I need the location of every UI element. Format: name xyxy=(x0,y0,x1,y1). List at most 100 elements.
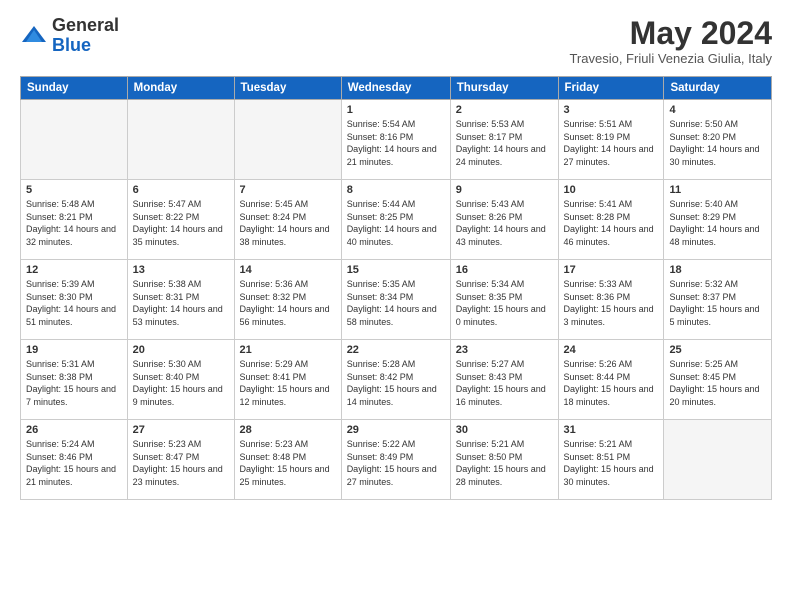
table-row xyxy=(664,420,772,500)
day-info: Sunrise: 5:26 AMSunset: 8:44 PMDaylight:… xyxy=(564,358,659,408)
table-row: 18 Sunrise: 5:32 AMSunset: 8:37 PMDaylig… xyxy=(664,260,772,340)
day-info: Sunrise: 5:48 AMSunset: 8:21 PMDaylight:… xyxy=(26,198,122,248)
calendar-week-row: 26 Sunrise: 5:24 AMSunset: 8:46 PMDaylig… xyxy=(21,420,772,500)
calendar-week-row: 1 Sunrise: 5:54 AMSunset: 8:16 PMDayligh… xyxy=(21,100,772,180)
table-row: 24 Sunrise: 5:26 AMSunset: 8:44 PMDaylig… xyxy=(558,340,664,420)
day-info: Sunrise: 5:40 AMSunset: 8:29 PMDaylight:… xyxy=(669,198,766,248)
day-number: 2 xyxy=(456,104,553,116)
day-info: Sunrise: 5:39 AMSunset: 8:30 PMDaylight:… xyxy=(26,278,122,328)
table-row: 31 Sunrise: 5:21 AMSunset: 8:51 PMDaylig… xyxy=(558,420,664,500)
calendar-week-row: 5 Sunrise: 5:48 AMSunset: 8:21 PMDayligh… xyxy=(21,180,772,260)
day-info: Sunrise: 5:32 AMSunset: 8:37 PMDaylight:… xyxy=(669,278,766,328)
day-info: Sunrise: 5:27 AMSunset: 8:43 PMDaylight:… xyxy=(456,358,553,408)
day-info: Sunrise: 5:45 AMSunset: 8:24 PMDaylight:… xyxy=(240,198,336,248)
table-row: 6 Sunrise: 5:47 AMSunset: 8:22 PMDayligh… xyxy=(127,180,234,260)
day-number: 1 xyxy=(347,104,445,116)
table-row: 26 Sunrise: 5:24 AMSunset: 8:46 PMDaylig… xyxy=(21,420,128,500)
table-row xyxy=(21,100,128,180)
title-block: May 2024 Travesio, Friuli Venezia Giulia… xyxy=(569,16,772,66)
day-number: 17 xyxy=(564,264,659,276)
day-info: Sunrise: 5:28 AMSunset: 8:42 PMDaylight:… xyxy=(347,358,445,408)
table-row: 14 Sunrise: 5:36 AMSunset: 8:32 PMDaylig… xyxy=(234,260,341,340)
day-info: Sunrise: 5:35 AMSunset: 8:34 PMDaylight:… xyxy=(347,278,445,328)
logo: General Blue xyxy=(20,16,119,56)
weekday-row: Sunday Monday Tuesday Wednesday Thursday… xyxy=(21,77,772,100)
day-number: 16 xyxy=(456,264,553,276)
day-info: Sunrise: 5:38 AMSunset: 8:31 PMDaylight:… xyxy=(133,278,229,328)
header-thursday: Thursday xyxy=(450,77,558,100)
day-number: 25 xyxy=(669,344,766,356)
calendar-week-row: 19 Sunrise: 5:31 AMSunset: 8:38 PMDaylig… xyxy=(21,340,772,420)
day-info: Sunrise: 5:43 AMSunset: 8:26 PMDaylight:… xyxy=(456,198,553,248)
day-number: 11 xyxy=(669,184,766,196)
header-saturday: Saturday xyxy=(664,77,772,100)
day-number: 5 xyxy=(26,184,122,196)
table-row: 3 Sunrise: 5:51 AMSunset: 8:19 PMDayligh… xyxy=(558,100,664,180)
day-number: 13 xyxy=(133,264,229,276)
day-number: 10 xyxy=(564,184,659,196)
day-info: Sunrise: 5:24 AMSunset: 8:46 PMDaylight:… xyxy=(26,438,122,488)
day-number: 29 xyxy=(347,424,445,436)
day-info: Sunrise: 5:53 AMSunset: 8:17 PMDaylight:… xyxy=(456,118,553,168)
day-number: 20 xyxy=(133,344,229,356)
calendar-body: 1 Sunrise: 5:54 AMSunset: 8:16 PMDayligh… xyxy=(21,100,772,500)
table-row: 1 Sunrise: 5:54 AMSunset: 8:16 PMDayligh… xyxy=(341,100,450,180)
table-row: 4 Sunrise: 5:50 AMSunset: 8:20 PMDayligh… xyxy=(664,100,772,180)
day-info: Sunrise: 5:21 AMSunset: 8:51 PMDaylight:… xyxy=(564,438,659,488)
day-number: 31 xyxy=(564,424,659,436)
day-info: Sunrise: 5:31 AMSunset: 8:38 PMDaylight:… xyxy=(26,358,122,408)
day-info: Sunrise: 5:33 AMSunset: 8:36 PMDaylight:… xyxy=(564,278,659,328)
day-number: 15 xyxy=(347,264,445,276)
calendar-header: Sunday Monday Tuesday Wednesday Thursday… xyxy=(21,77,772,100)
day-number: 24 xyxy=(564,344,659,356)
table-row: 20 Sunrise: 5:30 AMSunset: 8:40 PMDaylig… xyxy=(127,340,234,420)
month-title: May 2024 xyxy=(569,16,772,51)
header-tuesday: Tuesday xyxy=(234,77,341,100)
day-number: 12 xyxy=(26,264,122,276)
day-info: Sunrise: 5:23 AMSunset: 8:48 PMDaylight:… xyxy=(240,438,336,488)
day-info: Sunrise: 5:51 AMSunset: 8:19 PMDaylight:… xyxy=(564,118,659,168)
day-info: Sunrise: 5:41 AMSunset: 8:28 PMDaylight:… xyxy=(564,198,659,248)
table-row: 27 Sunrise: 5:23 AMSunset: 8:47 PMDaylig… xyxy=(127,420,234,500)
day-number: 9 xyxy=(456,184,553,196)
table-row: 28 Sunrise: 5:23 AMSunset: 8:48 PMDaylig… xyxy=(234,420,341,500)
table-row: 15 Sunrise: 5:35 AMSunset: 8:34 PMDaylig… xyxy=(341,260,450,340)
day-number: 18 xyxy=(669,264,766,276)
table-row: 19 Sunrise: 5:31 AMSunset: 8:38 PMDaylig… xyxy=(21,340,128,420)
table-row: 23 Sunrise: 5:27 AMSunset: 8:43 PMDaylig… xyxy=(450,340,558,420)
day-number: 30 xyxy=(456,424,553,436)
table-row xyxy=(234,100,341,180)
day-info: Sunrise: 5:44 AMSunset: 8:25 PMDaylight:… xyxy=(347,198,445,248)
location-subtitle: Travesio, Friuli Venezia Giulia, Italy xyxy=(569,51,772,66)
table-row: 7 Sunrise: 5:45 AMSunset: 8:24 PMDayligh… xyxy=(234,180,341,260)
day-info: Sunrise: 5:50 AMSunset: 8:20 PMDaylight:… xyxy=(669,118,766,168)
table-row: 9 Sunrise: 5:43 AMSunset: 8:26 PMDayligh… xyxy=(450,180,558,260)
header-friday: Friday xyxy=(558,77,664,100)
day-number: 22 xyxy=(347,344,445,356)
day-info: Sunrise: 5:36 AMSunset: 8:32 PMDaylight:… xyxy=(240,278,336,328)
day-number: 4 xyxy=(669,104,766,116)
table-row: 16 Sunrise: 5:34 AMSunset: 8:35 PMDaylig… xyxy=(450,260,558,340)
day-number: 28 xyxy=(240,424,336,436)
day-info: Sunrise: 5:34 AMSunset: 8:35 PMDaylight:… xyxy=(456,278,553,328)
table-row: 5 Sunrise: 5:48 AMSunset: 8:21 PMDayligh… xyxy=(21,180,128,260)
day-info: Sunrise: 5:47 AMSunset: 8:22 PMDaylight:… xyxy=(133,198,229,248)
day-number: 3 xyxy=(564,104,659,116)
table-row: 11 Sunrise: 5:40 AMSunset: 8:29 PMDaylig… xyxy=(664,180,772,260)
calendar-week-row: 12 Sunrise: 5:39 AMSunset: 8:30 PMDaylig… xyxy=(21,260,772,340)
logo-icon xyxy=(20,22,48,50)
day-number: 26 xyxy=(26,424,122,436)
calendar-table: Sunday Monday Tuesday Wednesday Thursday… xyxy=(20,76,772,500)
header-sunday: Sunday xyxy=(21,77,128,100)
table-row: 25 Sunrise: 5:25 AMSunset: 8:45 PMDaylig… xyxy=(664,340,772,420)
day-info: Sunrise: 5:21 AMSunset: 8:50 PMDaylight:… xyxy=(456,438,553,488)
table-row xyxy=(127,100,234,180)
logo-blue: Blue xyxy=(52,36,119,56)
logo-text: General Blue xyxy=(52,16,119,56)
day-number: 7 xyxy=(240,184,336,196)
table-row: 13 Sunrise: 5:38 AMSunset: 8:31 PMDaylig… xyxy=(127,260,234,340)
day-info: Sunrise: 5:25 AMSunset: 8:45 PMDaylight:… xyxy=(669,358,766,408)
day-number: 21 xyxy=(240,344,336,356)
day-info: Sunrise: 5:54 AMSunset: 8:16 PMDaylight:… xyxy=(347,118,445,168)
day-info: Sunrise: 5:22 AMSunset: 8:49 PMDaylight:… xyxy=(347,438,445,488)
